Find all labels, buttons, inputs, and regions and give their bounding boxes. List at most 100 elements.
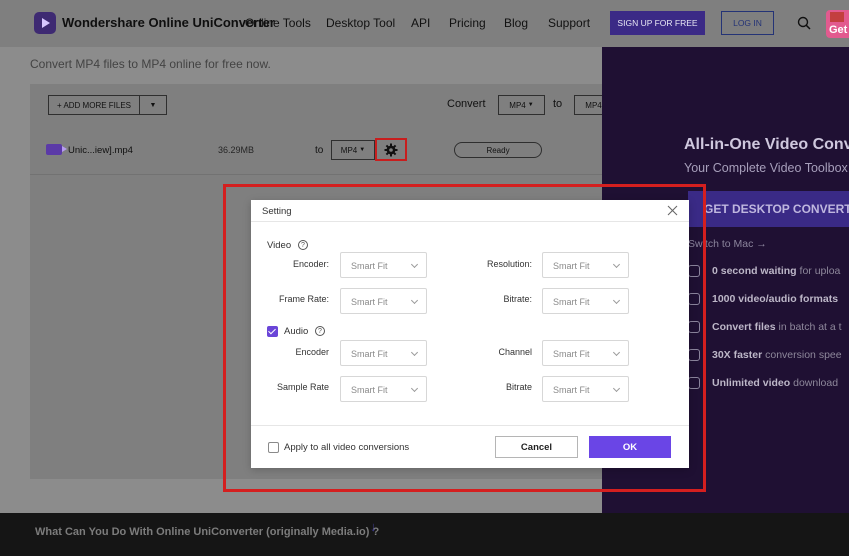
download-icon	[688, 377, 700, 389]
file-settings-button[interactable]	[375, 138, 407, 161]
file-name: Unic...iew].mp4	[68, 145, 133, 156]
clock-icon	[688, 265, 700, 277]
chevron-down-icon	[410, 260, 419, 269]
caret-down-icon: ▼	[149, 101, 157, 109]
get-desktop-converter-button[interactable]: GET DESKTOP CONVERTER	[688, 191, 849, 227]
frame-rate-value: Smart Fit	[351, 297, 388, 307]
close-icon[interactable]	[667, 205, 678, 216]
page-subtitle: Convert MP4 files to MP4 online for free…	[30, 57, 271, 71]
resolution-select[interactable]: Smart Fit	[542, 252, 629, 278]
convert-label: Convert	[447, 98, 486, 110]
dialog-title: Setting	[262, 206, 292, 217]
sample-rate-label: Sample Rate	[276, 382, 329, 392]
chevron-down-icon	[612, 384, 621, 393]
file-size: 36.29MB	[218, 145, 255, 155]
video-encoder-value: Smart Fit	[351, 261, 388, 271]
promo-feature-text: in batch at a t	[775, 321, 842, 333]
promo-feature: 30X faster conversion spee	[712, 349, 842, 361]
chevron-down-icon	[410, 384, 419, 393]
promo-subtitle: Your Complete Video Toolbox	[684, 161, 848, 175]
promo-feature-highlight: Convert files	[712, 321, 776, 333]
video-encoder-select[interactable]: Smart Fit	[340, 252, 427, 278]
sample-rate-select[interactable]: Smart Fit	[340, 376, 427, 402]
row-divider	[30, 174, 638, 175]
signup-button[interactable]: SIGN UP FOR FREE	[610, 11, 705, 35]
channel-select[interactable]: Smart Fit	[542, 340, 629, 366]
promo-feature-highlight: 0 second waiting	[712, 265, 797, 277]
gift-promo-badge[interactable]: Get	[826, 10, 849, 38]
chevron-down-icon	[612, 296, 621, 305]
nav-blog[interactable]: Blog	[504, 16, 528, 30]
audio-checkbox[interactable]	[267, 326, 278, 337]
nav-pricing[interactable]: Pricing	[449, 16, 486, 30]
channel-value: Smart Fit	[553, 349, 590, 359]
video-file-icon	[46, 144, 67, 155]
switch-to-mac-link[interactable]: Switch to Mac →	[688, 238, 767, 250]
audio-bitrate-select[interactable]: Smart Fit	[542, 376, 629, 402]
nav-api[interactable]: API	[411, 16, 430, 30]
frame-rate-select[interactable]: Smart Fit	[340, 288, 427, 314]
video-encoder-label: Encoder:	[292, 259, 329, 269]
promo-feature-text: conversion spee	[762, 349, 842, 361]
apply-all-checkbox[interactable]	[268, 442, 279, 453]
nav-support[interactable]: Support	[548, 16, 590, 30]
caret-down-icon: ▼	[527, 102, 534, 108]
video-bitrate-value: Smart Fit	[553, 297, 590, 307]
promo-feature-text: for uploa	[796, 265, 841, 277]
add-more-dropdown-button[interactable]: ▼	[140, 95, 167, 115]
video-bitrate-select[interactable]: Smart Fit	[542, 288, 629, 314]
video-section-label: Video	[267, 240, 292, 251]
chevron-down-icon	[612, 260, 621, 269]
settings-dialog: Setting Video ? Encoder: Smart Fit Resol…	[251, 200, 689, 468]
caret-down-icon: ▼	[359, 147, 366, 153]
search-icon[interactable]	[797, 16, 811, 30]
promo-feature: Unlimited video download	[712, 377, 838, 389]
add-more-files-button[interactable]: + ADD MORE FILES	[48, 95, 140, 115]
batch-icon	[688, 321, 700, 333]
resolution-value: Smart Fit	[553, 261, 590, 271]
help-icon[interactable]: ?	[298, 240, 308, 250]
dialog-footer-divider	[251, 425, 689, 426]
frame-rate-label: Frame Rate:	[278, 294, 329, 304]
sample-rate-value: Smart Fit	[351, 385, 388, 395]
promo-feature: Convert files in batch at a t	[712, 321, 842, 333]
apply-all-label[interactable]: Apply to all video conversions	[284, 442, 409, 453]
convert-from-value: MP4	[509, 100, 526, 110]
chevron-down-icon	[410, 296, 419, 305]
convert-from-select[interactable]: MP4 ▼	[498, 95, 545, 115]
convert-to-label: to	[553, 98, 563, 110]
audio-encoder-select[interactable]: Smart Fit	[340, 340, 427, 366]
gift-promo-label: Get	[829, 24, 848, 36]
uniconverter-logo-icon[interactable]	[34, 12, 56, 34]
audio-encoder-value: Smart Fit	[351, 349, 388, 359]
arrow-down-icon[interactable]: ↓	[370, 519, 377, 534]
cancel-button[interactable]: Cancel	[495, 436, 578, 458]
audio-section-label: Audio	[284, 326, 309, 337]
file-format-select[interactable]: MP4 ▼	[331, 140, 375, 160]
chevron-down-icon	[612, 348, 621, 357]
login-button[interactable]: LOG IN	[721, 11, 774, 35]
promo-feature-text: download	[790, 377, 839, 389]
promo-title: All-in-One Video Conv	[684, 136, 849, 153]
bottom-heading: What Can You Do With Online UniConverter…	[35, 526, 380, 538]
channel-label: Channel	[498, 347, 532, 357]
promo-feature: 1000 video/audio formats	[712, 293, 838, 305]
brand-name[interactable]: Wondershare Online UniConverter	[62, 15, 275, 30]
audio-bitrate-label: Bitrate	[505, 382, 532, 392]
nav-online-tools[interactable]: Online Tools	[245, 16, 311, 30]
promo-feature: 0 second waiting for uploa	[712, 265, 840, 277]
promo-feature-highlight: 30X faster	[712, 349, 763, 361]
top-nav: Wondershare Online UniConverter Online T…	[0, 0, 849, 47]
nav-desktop-tool[interactable]: Desktop Tool	[326, 16, 395, 30]
speed-icon	[688, 349, 700, 361]
ok-button[interactable]: OK	[589, 436, 671, 458]
file-to-label: to	[315, 145, 324, 156]
help-icon[interactable]: ?	[315, 326, 325, 336]
file-status-badge: Ready	[454, 142, 542, 158]
dialog-header: Setting	[251, 200, 689, 222]
gear-icon	[384, 143, 398, 156]
resolution-label: Resolution:	[486, 259, 532, 269]
chevron-down-icon	[410, 348, 419, 357]
audio-bitrate-value: Smart Fit	[553, 385, 590, 395]
convert-to-value: MP4	[585, 100, 602, 110]
